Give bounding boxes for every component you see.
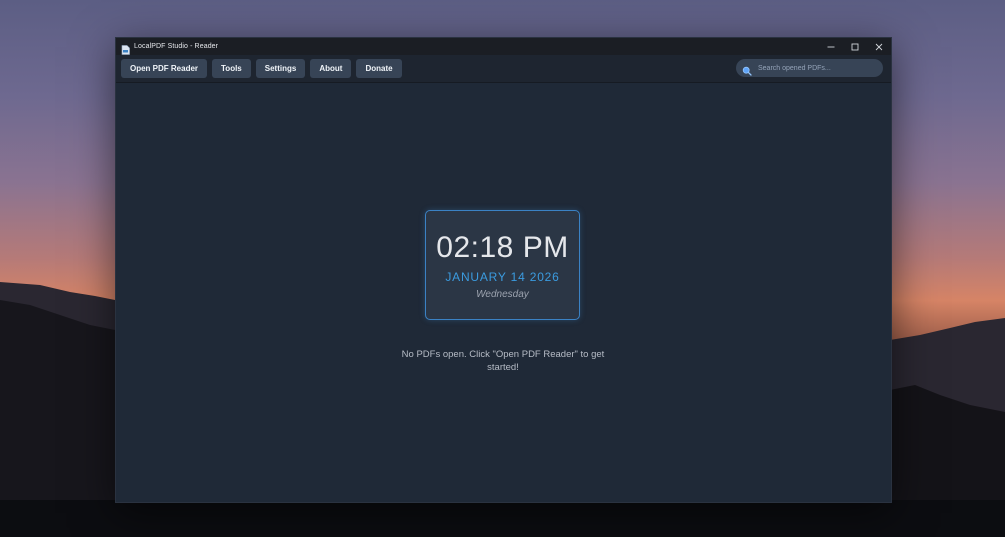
main-content: 02:18 PM JANUARY 14 2026 Wednesday No PD…: [116, 83, 891, 502]
window-title: LocalPDF Studio - Reader: [134, 43, 219, 50]
minimize-icon: [827, 38, 835, 56]
toolbar: Open PDF Reader Tools Settings About Don…: [116, 55, 891, 83]
search-icon: [742, 63, 752, 76]
search-placeholder: Search opened PDFs...: [758, 64, 831, 72]
desktop-wallpaper: LocalPDF Studio - Reader Open PDF Reader…: [0, 0, 1005, 537]
close-icon: [875, 38, 883, 56]
title-bar[interactable]: LocalPDF Studio - Reader: [116, 38, 891, 55]
tools-button[interactable]: Tools: [212, 59, 251, 78]
clock-day: Wednesday: [476, 289, 529, 300]
about-button[interactable]: About: [310, 59, 352, 78]
minimize-button[interactable]: [819, 38, 843, 55]
app-window: LocalPDF Studio - Reader Open PDF Reader…: [115, 37, 892, 503]
search-input[interactable]: Search opened PDFs...: [736, 59, 883, 77]
empty-state-message: No PDFs open. Click "Open PDF Reader" to…: [401, 349, 605, 373]
maximize-button[interactable]: [843, 38, 867, 55]
clock-widget: 02:18 PM JANUARY 14 2026 Wednesday: [425, 210, 580, 320]
open-pdf-reader-button[interactable]: Open PDF Reader: [121, 59, 208, 78]
settings-button[interactable]: Settings: [255, 59, 306, 78]
maximize-icon: [851, 38, 859, 56]
clock-date: JANUARY 14 2026: [445, 270, 560, 284]
window-controls: [819, 38, 891, 55]
donate-button[interactable]: Donate: [356, 59, 402, 78]
clock-time: 02:18 PM: [436, 231, 569, 264]
close-button[interactable]: [867, 38, 891, 55]
pdf-document-icon: [121, 42, 130, 55]
